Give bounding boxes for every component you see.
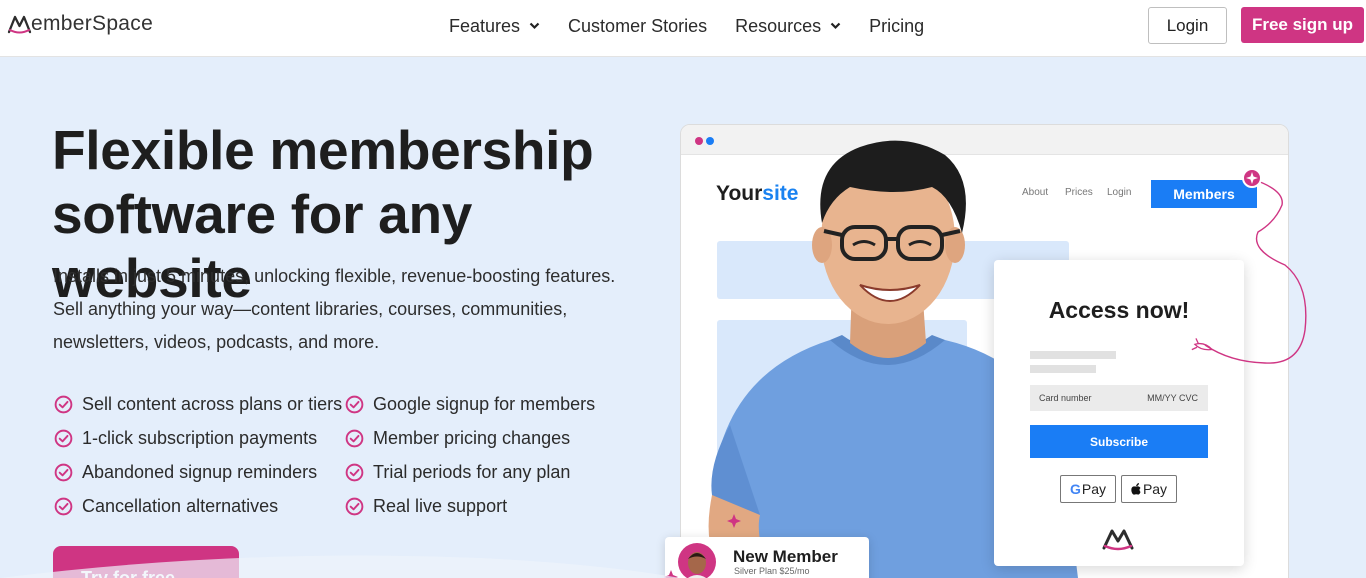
check-circle-icon (345, 497, 364, 515)
feature-label: 1-click subscription payments (82, 427, 318, 448)
avatar (678, 543, 716, 578)
feature-item: Real live support (345, 489, 635, 523)
new-member-toast: New Member Silver Plan $25/mo (665, 537, 869, 578)
feature-item: Cancellation alternatives (54, 489, 345, 523)
login-button[interactable]: Login (1148, 7, 1227, 44)
hero-subtitle: Installs in just 5 minutes, unlocking fl… (53, 266, 616, 352)
memberspace-logo[interactable]: emberSpace (7, 11, 153, 37)
card-title: Access now! (1048, 297, 1190, 323)
feature-item: Trial periods for any plan (345, 455, 635, 489)
top-navbar: emberSpace Features Customer Stories Res… (0, 0, 1366, 57)
apple-pay-label: Pay (1142, 481, 1168, 497)
memberspace-mark-icon (1102, 529, 1134, 551)
feature-label: Google signup for members (373, 393, 596, 414)
nav-features[interactable]: Features (449, 13, 540, 39)
nav-resources-label: Resources (735, 15, 822, 36)
nav-pricing-label: Pricing (869, 15, 925, 36)
feature-label: Sell content across plans or tiers (82, 393, 343, 414)
apple-icon (1131, 483, 1141, 495)
nav-customer-stories-label: Customer Stories (568, 15, 708, 36)
free-signup-button[interactable]: Free sign up (1241, 7, 1364, 43)
google-pay-button: G Pay (1060, 475, 1116, 503)
memberspace-logo-icon (7, 15, 32, 34)
feature-item: Google signup for members (345, 387, 635, 421)
check-circle-icon (54, 395, 73, 413)
feature-label: Real live support (373, 495, 508, 516)
subscribe-button: Subscribe (1030, 425, 1208, 458)
check-circle-icon (54, 497, 73, 515)
main-menu: Features Customer Stories Resources Pric… (449, 13, 952, 39)
mock-nav-login: Login (1107, 187, 1132, 198)
nav-customer-stories[interactable]: Customer Stories (568, 13, 707, 39)
feature-label: Cancellation alternatives (82, 495, 279, 516)
nav-resources[interactable]: Resources (735, 13, 841, 39)
google-pay-label: Pay (1081, 481, 1106, 497)
chevron-down-icon (529, 22, 540, 30)
member-face-icon (687, 552, 707, 578)
placeholder-line (1030, 365, 1096, 373)
nav-pricing[interactable]: Pricing (869, 13, 924, 39)
feature-list: Sell content across plans or tiers Googl… (54, 387, 635, 523)
new-member-plan: Silver Plan $25/mo (734, 566, 810, 576)
try-for-free-button[interactable]: Try for free → (53, 546, 239, 578)
check-circle-icon (54, 429, 73, 447)
chevron-down-icon (830, 22, 841, 30)
check-circle-icon (345, 429, 364, 447)
check-circle-icon (345, 463, 364, 481)
feature-label: Member pricing changes (373, 427, 571, 448)
check-circle-icon (54, 463, 73, 481)
logo-text: emberSpace (31, 12, 154, 35)
feature-item: Abandoned signup reminders (54, 455, 345, 489)
card-number-field: Card number MM/YY CVC (1030, 385, 1208, 411)
new-member-title: New Member (733, 547, 838, 566)
feature-item: Member pricing changes (345, 421, 635, 455)
nav-features-label: Features (449, 15, 521, 36)
placeholder-line (1030, 351, 1116, 359)
card-expiry-label: MM/YY CVC (1147, 393, 1198, 403)
feature-item: 1-click subscription payments (54, 421, 345, 455)
access-signup-card: Access now! Card number MM/YY CVC Subscr… (994, 260, 1244, 566)
card-number-label: Card number (1039, 393, 1092, 403)
feature-item: Sell content across plans or tiers (54, 387, 345, 421)
feature-label: Abandoned signup reminders (82, 461, 318, 482)
apple-pay-button: Pay (1121, 475, 1177, 503)
check-circle-icon (345, 395, 364, 413)
mock-members-button: Members (1151, 180, 1257, 208)
google-g-icon: G (1069, 481, 1081, 497)
feature-label: Trial periods for any plan (373, 461, 571, 482)
